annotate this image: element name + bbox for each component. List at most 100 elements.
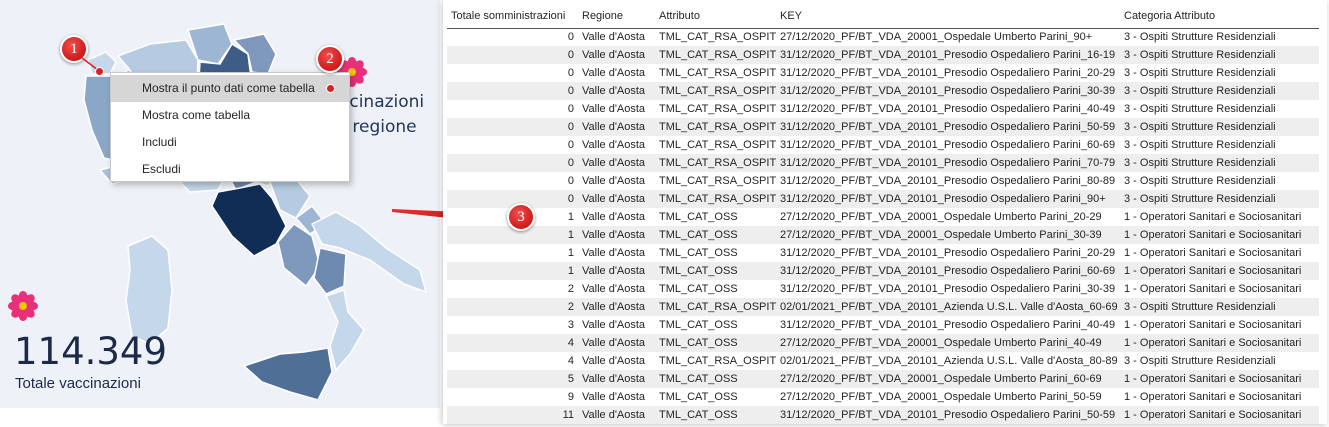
table-row: 4 Valle d'Aosta TML_CAT_OSS 27/12/2020_PF/B…	[447, 334, 1319, 352]
chart-title-line2: r regione	[340, 117, 417, 137]
table-cell: 9	[447, 388, 578, 406]
table-cell: TML_CAT_OSS	[655, 388, 776, 406]
table-row: 4 Valle d'Aosta TML_CAT_RSA_OSPITI 02/01/20…	[447, 352, 1319, 370]
table-row: 3 Valle d'Aosta TML_CAT_OSS 31/12/2020_PF/B…	[447, 316, 1319, 334]
chart-title-line1: ccinazioni	[340, 92, 425, 112]
menu-item-show-as-table[interactable]: Mostra come tabella	[111, 102, 349, 129]
column-header-key[interactable]: KEY	[776, 0, 1120, 29]
table-cell: TML_CAT_RSA_OSPITI	[655, 136, 776, 154]
table-cell: TML_CAT_RSA_OSPITI	[655, 82, 776, 100]
table-cell: 1 - Operatori Sanitari e Sociosanitari	[1120, 406, 1319, 424]
flower-icon	[8, 291, 38, 321]
table-row: 0 Valle d'Aosta TML_CAT_RSA_OSPITI 31/12/20…	[447, 154, 1319, 172]
map-region-basilicata[interactable]	[313, 247, 347, 295]
table-cell: TML_CAT_RSA_OSPITI	[655, 118, 776, 136]
table-cell: 1 - Operatori Sanitari e Sociosanitari	[1120, 334, 1319, 352]
table-cell: 31/12/2020_PF/BT_VDA_20101_Presodio Ospe…	[776, 244, 1120, 262]
menu-item-include[interactable]: Includi	[111, 129, 349, 156]
table-cell: 3	[447, 316, 578, 334]
table-cell: Valle d'Aosta	[578, 370, 655, 388]
table-cell: 3 - Ospiti Strutture Residenziali	[1120, 352, 1319, 370]
table-cell: 0	[447, 136, 578, 154]
table-cell: 0	[447, 64, 578, 82]
table-cell: 11	[447, 406, 578, 424]
table-row: 2 Valle d'Aosta TML_CAT_OSS 31/12/2020_PF/B…	[447, 280, 1319, 298]
table-cell: Valle d'Aosta	[578, 118, 655, 136]
table-cell: 31/12/2020_PF/BT_VDA_20101_Presodio Ospe…	[776, 406, 1120, 424]
table-cell: TML_CAT_OSS	[655, 226, 776, 244]
table-cell: Valle d'Aosta	[578, 28, 655, 46]
table-cell: 27/12/2020_PF/BT_VDA_20001_Ospedale Umbe…	[776, 388, 1120, 406]
table-cell: 1 - Operatori Sanitari e Sociosanitari	[1120, 208, 1319, 226]
table-cell: TML_CAT_RSA_OSPITI	[655, 64, 776, 82]
column-header-regione[interactable]: Regione	[578, 0, 655, 29]
table-cell: 31/12/2020_PF/BT_VDA_20101_Presodio Ospe…	[776, 280, 1120, 298]
data-table: Totale somministrazioni Regione Attribut…	[447, 0, 1319, 424]
table-cell: Valle d'Aosta	[578, 352, 655, 370]
table-cell: Valle d'Aosta	[578, 316, 655, 334]
table-cell: 1 - Operatori Sanitari e Sociosanitari	[1120, 226, 1319, 244]
table-cell: TML_CAT_OSS	[655, 316, 776, 334]
table-row: 0 Valle d'Aosta TML_CAT_RSA_OSPITI 31/12/20…	[447, 64, 1319, 82]
table-cell: 1	[447, 262, 578, 280]
table-cell: TML_CAT_OSS	[655, 244, 776, 262]
table-cell: Valle d'Aosta	[578, 82, 655, 100]
table-cell: 31/12/2020_PF/BT_VDA_20101_Presodio Ospe…	[776, 190, 1120, 208]
table-cell: TML_CAT_RSA_OSPITI	[655, 100, 776, 118]
menu-item-exclude[interactable]: Escludi	[111, 156, 349, 183]
table-cell: 31/12/2020_PF/BT_VDA_20101_Presodio Ospe…	[776, 262, 1120, 280]
table-cell: TML_CAT_RSA_OSPITI	[655, 154, 776, 172]
table-cell: 2	[447, 280, 578, 298]
table-cell: Valle d'Aosta	[578, 64, 655, 82]
table-cell: 3 - Ospiti Strutture Residenziali	[1120, 172, 1319, 190]
table-row: 1 Valle d'Aosta TML_CAT_OSS 31/12/2020_PF/B…	[447, 262, 1319, 280]
menu-item-show-datapoint-as-table[interactable]: Mostra il punto dati come tabella	[111, 75, 349, 102]
table-cell: 0	[447, 154, 578, 172]
table-cell: 31/12/2020_PF/BT_VDA_20101_Presodio Ospe…	[776, 154, 1120, 172]
table-cell: 3 - Ospiti Strutture Residenziali	[1120, 28, 1319, 46]
table-cell: TML_CAT_RSA_OSPITI	[655, 172, 776, 190]
map-region-sardegna[interactable]	[125, 235, 173, 345]
table-cell: TML_CAT_RSA_OSPITI	[655, 28, 776, 46]
table-row: 1 Valle d'Aosta TML_CAT_OSS 27/12/2020_PF/B…	[447, 208, 1319, 226]
table-cell: 27/12/2020_PF/BT_VDA_20001_Ospedale Umbe…	[776, 334, 1120, 352]
table-cell: 3 - Ospiti Strutture Residenziali	[1120, 136, 1319, 154]
callout-dot	[326, 84, 335, 93]
table-cell: Valle d'Aosta	[578, 154, 655, 172]
column-header-categoria[interactable]: Categoria Attributo	[1120, 0, 1319, 29]
table-cell: 02/01/2021_PF/BT_VDA_20101_Azienda U.S.L…	[776, 352, 1120, 370]
table-cell: 0	[447, 100, 578, 118]
table-cell: 3 - Ospiti Strutture Residenziali	[1120, 154, 1319, 172]
context-menu: Mostra il punto dati come tabella Mostra…	[110, 72, 350, 182]
table-row: 0 Valle d'Aosta TML_CAT_RSA_OSPITI 31/12/20…	[447, 190, 1319, 208]
map-region-calabria[interactable]	[324, 289, 365, 372]
table-cell: 27/12/2020_PF/BT_VDA_20001_Ospedale Umbe…	[776, 28, 1120, 46]
table-cell: 1	[447, 244, 578, 262]
table-body: 0 Valle d'Aosta TML_CAT_RSA_OSPITI 27/12/20…	[447, 28, 1319, 424]
table-cell: 0	[447, 172, 578, 190]
table-cell: 1 - Operatori Sanitari e Sociosanitari	[1120, 262, 1319, 280]
table-cell: 31/12/2020_PF/BT_VDA_20101_Presodio Ospe…	[776, 136, 1120, 154]
table-cell: Valle d'Aosta	[578, 208, 655, 226]
table-cell: 31/12/2020_PF/BT_VDA_20101_Presodio Ospe…	[776, 82, 1120, 100]
column-header-totale[interactable]: Totale somministrazioni	[447, 0, 578, 29]
column-header-attributo[interactable]: Attributo	[655, 0, 776, 29]
table-cell: TML_CAT_RSA_OSPITI	[655, 298, 776, 316]
table-cell: 3 - Ospiti Strutture Residenziali	[1120, 100, 1319, 118]
table-cell: 2	[447, 298, 578, 316]
table-cell: 31/12/2020_PF/BT_VDA_20101_Presodio Ospe…	[776, 316, 1120, 334]
table-cell: 0	[447, 28, 578, 46]
table-cell: 1 - Operatori Sanitari e Sociosanitari	[1120, 280, 1319, 298]
table-cell: TML_CAT_OSS	[655, 370, 776, 388]
table-row: 0 Valle d'Aosta TML_CAT_RSA_OSPITI 31/12/20…	[447, 46, 1319, 64]
table-cell: TML_CAT_OSS	[655, 406, 776, 424]
table-cell: 31/12/2020_PF/BT_VDA_20101_Presodio Ospe…	[776, 100, 1120, 118]
table-row: 5 Valle d'Aosta TML_CAT_OSS 27/12/2020_PF/B…	[447, 370, 1319, 388]
table-cell: 31/12/2020_PF/BT_VDA_20101_Presodio Ospe…	[776, 118, 1120, 136]
table-row: 11 Valle d'Aosta TML_CAT_OSS 31/12/2020_PF/…	[447, 406, 1319, 424]
table-cell: 4	[447, 334, 578, 352]
dashboard-panel: ccinazioni r regione 114.349 Totale vacc…	[0, 0, 440, 408]
table-cell: Valle d'Aosta	[578, 280, 655, 298]
table-cell: TML_CAT_OSS	[655, 262, 776, 280]
map-region-sicilia[interactable]	[242, 347, 333, 401]
